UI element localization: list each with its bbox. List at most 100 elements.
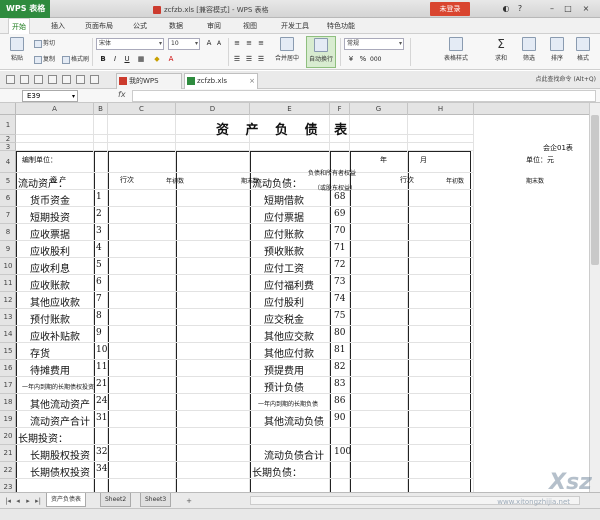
column-header[interactable]: A [16,103,94,115]
worksheet-grid[interactable]: 资 产 负 债 表 会企01表 编制单位： 年 月 单位：元 资 产 行次 年初… [16,115,600,492]
login-button[interactable]: 未登录 [430,2,470,16]
column-header[interactable]: H [408,103,474,115]
percent-icon[interactable]: % [358,54,368,65]
tab-view[interactable]: 视图 [240,18,260,34]
sort-button[interactable]: 排序 [544,36,570,68]
row-header[interactable]: 16 [0,360,16,377]
row-header[interactable]: 1 [0,115,16,135]
row-header[interactable]: 11 [0,275,16,292]
tab-features[interactable]: 特色功能 [324,18,358,34]
minimize-icon[interactable]: – [546,3,558,15]
bold-button[interactable]: B [98,54,108,65]
sheet-tab-balance[interactable]: 资产负债表 [46,493,87,507]
currency-icon[interactable]: ¥ [346,54,356,65]
skin-icon[interactable]: ◐ [500,3,512,15]
underline-button[interactable]: U [122,54,132,65]
close-tab-icon[interactable]: × [249,74,255,89]
align-middle-icon[interactable]: ≡ [244,38,254,49]
doc-tab-my-wps[interactable]: 我的WPS [116,73,182,89]
cut-button[interactable]: 剪切 [34,38,55,50]
row-header[interactable]: 5 [0,173,16,190]
number-format-select[interactable]: 常规 [344,38,404,50]
copy-button[interactable]: 复制 [34,54,55,66]
font-size-select[interactable]: 10 [168,38,200,50]
row-header[interactable]: 18 [0,394,16,411]
tab-developer[interactable]: 开发工具 [278,18,312,34]
undo-icon[interactable] [76,75,85,84]
row-header[interactable]: 8 [0,224,16,241]
shrink-font-icon[interactable]: A [214,38,224,49]
new-doc-icon[interactable] [6,75,15,84]
font-name-select[interactable]: 宋体 [96,38,164,50]
row-header[interactable]: 6 [0,190,16,207]
thousands-icon[interactable]: 000 [370,54,381,65]
app-logo[interactable]: WPS 表格 [0,0,50,18]
tab-review[interactable]: 审阅 [204,18,224,34]
open-icon[interactable] [20,75,29,84]
align-center-icon[interactable]: ☰ [244,54,254,65]
preview-icon[interactable] [62,75,71,84]
row-header[interactable]: 14 [0,326,16,343]
doc-tab-zcfzb[interactable]: zcfzb.xls × [184,73,258,89]
close-icon[interactable]: × [580,3,592,15]
select-all-corner[interactable] [0,103,16,115]
row-header[interactable]: 12 [0,292,16,309]
last-sheet-icon[interactable]: ▸| [34,496,42,506]
fx-icon[interactable]: fx [118,90,126,99]
formula-input[interactable] [132,90,596,102]
row-header[interactable]: 2 [0,135,16,143]
redo-icon[interactable] [90,75,99,84]
italic-button[interactable]: I [110,54,120,65]
next-sheet-icon[interactable]: ▸ [24,496,32,506]
row-header[interactable]: 13 [0,309,16,326]
paste-button[interactable]: 粘贴 [4,36,30,68]
row-header[interactable]: 20 [0,428,16,445]
row-header[interactable]: 7 [0,207,16,224]
font-color-icon[interactable]: A [166,54,176,65]
tab-formulas[interactable]: 公式 [130,18,150,34]
row-header[interactable]: 10 [0,258,16,275]
row-header[interactable]: 3 [0,143,16,151]
align-top-icon[interactable]: ≡ [232,38,242,49]
column-header[interactable]: C [108,103,176,115]
format-button[interactable]: 格式 [570,36,596,68]
save-icon[interactable] [34,75,43,84]
vertical-scrollbar[interactable] [589,103,600,492]
sheet-tab-2[interactable]: Sheet2 [100,493,132,507]
row-header[interactable]: 19 [0,411,16,428]
row-header[interactable]: 15 [0,343,16,360]
row-header[interactable]: 4 [0,151,16,173]
align-bottom-icon[interactable]: ≡ [256,38,266,49]
grow-font-icon[interactable]: A [204,38,214,49]
add-sheet-icon[interactable]: + [182,496,196,506]
align-right-icon[interactable]: ☰ [256,54,266,65]
merge-center-button[interactable]: 合并居中 [272,36,302,68]
tab-page-layout[interactable]: 页面布局 [82,18,116,34]
row-header[interactable]: 22 [0,462,16,479]
column-header[interactable]: F [330,103,350,115]
sheet-tab-3[interactable]: Sheet3 [140,493,172,507]
tab-insert[interactable]: 插入 [48,18,68,34]
help-icon[interactable]: ? [514,3,526,15]
prev-sheet-icon[interactable]: ◂ [14,496,22,506]
fill-color-icon[interactable]: ◆ [152,54,162,65]
sum-button[interactable]: Σ 求和 [488,36,514,68]
tab-home[interactable]: 开始 [8,18,30,34]
scroll-thumb[interactable] [591,115,599,265]
row-header[interactable]: 21 [0,445,16,462]
first-sheet-icon[interactable]: |◂ [4,496,12,506]
table-style-button[interactable]: 表格样式 [442,36,470,68]
format-painter-button[interactable]: 格式刷 [62,54,89,66]
column-header[interactable]: D [176,103,250,115]
border-icon[interactable]: ▦ [136,54,146,65]
row-header[interactable]: 17 [0,377,16,394]
tab-data[interactable]: 数据 [166,18,186,34]
filter-button[interactable]: 筛选 [516,36,542,68]
command-search[interactable]: 点此查找命令 (Alt+Q) [536,74,596,83]
column-header[interactable]: E [250,103,330,115]
name-box[interactable]: E39 [22,90,78,102]
align-left-icon[interactable]: ☰ [232,54,242,65]
maximize-icon[interactable]: □ [562,3,574,15]
print-icon[interactable] [48,75,57,84]
column-header[interactable]: G [350,103,408,115]
